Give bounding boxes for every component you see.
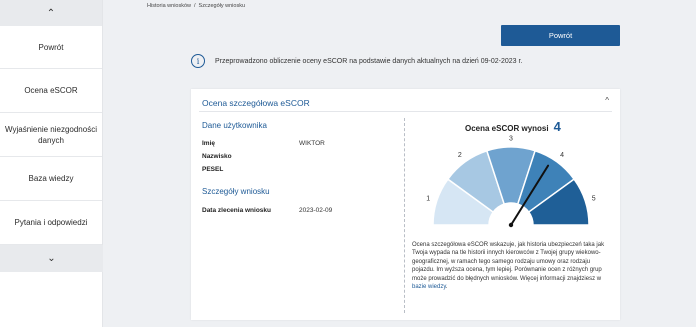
field-label-pesel: PESEL [202, 166, 224, 173]
gauge-tick-label: 2 [458, 152, 462, 159]
escor-description: Ocena szczegółowa eSCOR wskazuje, jak hi… [412, 241, 608, 291]
escor-score-value: 4 [553, 119, 561, 134]
breadcrumb: Historia wniosków / Szczegóły wniosku [147, 3, 248, 9]
gauge-tick-label: 1 [426, 196, 430, 203]
info-icon: i [191, 54, 205, 68]
escor-details-card: Ocena szczegółowa eSCOR ^ Dane użytkowni… [191, 89, 620, 320]
gauge-tick-label: 5 [592, 196, 596, 203]
info-banner: i Przeprowadzono obliczenie oceny eSCOR … [191, 54, 522, 68]
gauge-tick-label: 3 [509, 136, 513, 143]
breadcrumb-separator: / [194, 3, 196, 9]
request-details-title: Szczegóły wniosku [202, 187, 270, 196]
sidebar-item-faq[interactable]: Pytania i odpowiedzi [0, 201, 102, 245]
sidebar-item-data-discrepancy[interactable]: Wyjaśnienie niezgodności danych [0, 113, 102, 157]
back-button[interactable]: Powrót [501, 25, 620, 46]
user-data-title: Dane użytkownika [202, 121, 267, 130]
sidebar-item-knowledge-base[interactable]: Baza wiedzy [0, 157, 102, 201]
escor-description-end: . [445, 284, 448, 291]
breadcrumb-current: Szczegóły wniosku [198, 3, 246, 9]
escor-score-heading: Ocena eSCOR wynosi 4 [465, 119, 561, 134]
column-divider [404, 118, 405, 313]
field-value-request-date: 2023-02-09 [299, 207, 333, 214]
escor-description-text: Ocena szczegółowa eSCOR wskazuje, jak hi… [412, 242, 605, 282]
sidebar-item-label: Pytania i odpowiedzi [14, 218, 88, 227]
sidebar: ⌃ Powrót Ocena eSCOR Wyjaśnienie niezgod… [0, 0, 103, 327]
sidebar-item-label: Wyjaśnienie niezgodności danych [5, 124, 97, 145]
collapse-chevron-icon[interactable]: ^ [605, 96, 609, 105]
chevron-up-icon: ⌃ [46, 7, 56, 19]
gauge-tick-label: 4 [560, 152, 564, 159]
field-value-first-name: WIKTOR [299, 140, 325, 147]
sidebar-scroll-up-button[interactable]: ⌃ [0, 0, 102, 26]
knowledge-base-link[interactable]: bazie wiedzy [412, 284, 446, 290]
escor-gauge: 1 2 3 4 5 [426, 136, 596, 237]
field-label-last-name: Nazwisko [202, 153, 232, 160]
sidebar-item-back[interactable]: Powrót [0, 26, 102, 69]
info-text: Przeprowadzono obliczenie oceny eSCOR na… [215, 57, 523, 65]
field-label-first-name: Imię [202, 140, 216, 147]
sidebar-item-escor[interactable]: Ocena eSCOR [0, 69, 102, 113]
chevron-down-icon: ⌄ [47, 253, 56, 264]
card-title: Ocena szczegółowa eSCOR [202, 98, 310, 108]
sidebar-item-label: Baza wiedzy [28, 174, 74, 183]
gauge-needle-pivot [508, 222, 514, 228]
breadcrumb-link-history[interactable]: Historia wniosków [147, 3, 191, 9]
sidebar-item-label: Powrót [38, 42, 64, 52]
field-label-request-date: Data zlecenia wniosku [202, 207, 271, 214]
escor-score-label: Ocena eSCOR wynosi [465, 124, 549, 133]
sidebar-scroll-down-button[interactable]: ⌄ [0, 245, 103, 272]
sidebar-item-label: Ocena eSCOR [24, 86, 78, 95]
divider [199, 111, 612, 112]
